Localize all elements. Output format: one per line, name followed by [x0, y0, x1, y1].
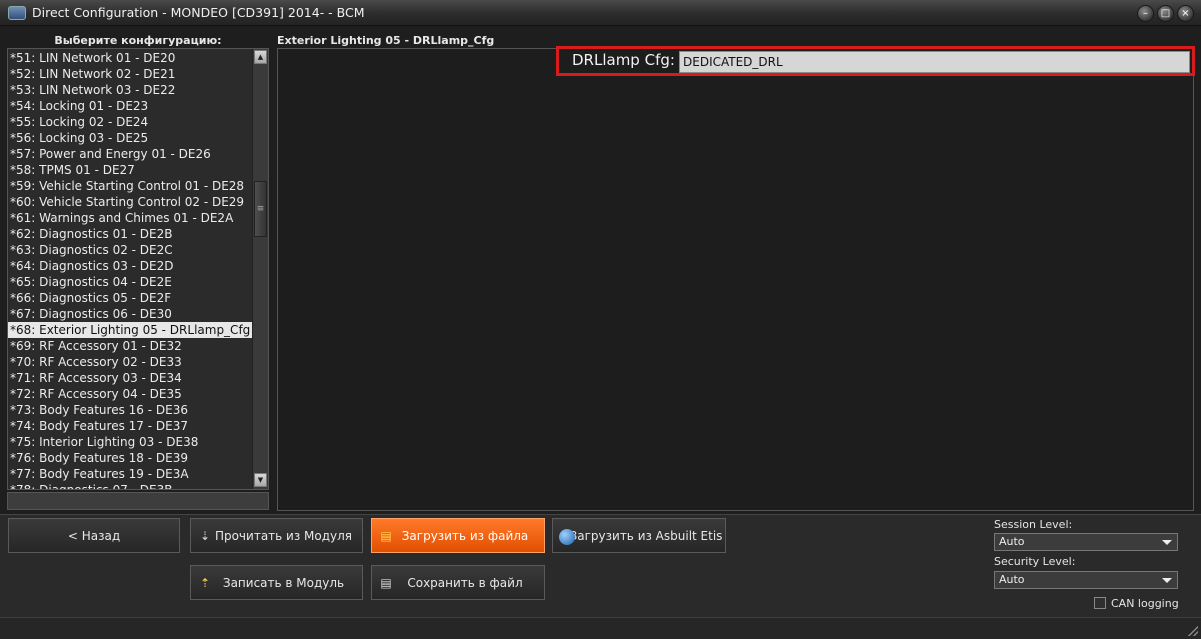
config-list-scrollbar[interactable]: ▲ ≡ ▼	[252, 49, 268, 489]
window-title: Direct Configuration - MONDEO [CD391] 20…	[32, 5, 365, 20]
scroll-down-icon[interactable]: ▼	[254, 473, 267, 487]
security-level-value: Auto	[999, 573, 1025, 586]
app-icon	[8, 6, 26, 20]
load-file-label: Загрузить из файла	[401, 528, 529, 543]
highlight-frame	[556, 46, 1195, 76]
config-list-item[interactable]: *76: Body Features 18 - DE39	[8, 450, 252, 466]
load-asbuilt-label: Загрузить из Asbuilt Etis	[569, 528, 723, 543]
chevron-down-icon	[1162, 540, 1172, 545]
save-file-icon: ▤	[380, 576, 392, 590]
config-list-item[interactable]: *65: Diagnostics 04 - DE2E	[8, 274, 252, 290]
read-module-label: Прочитать из Модуля	[214, 528, 353, 543]
maximize-icon[interactable]: □	[1157, 5, 1174, 22]
config-list-item[interactable]: *68: Exterior Lighting 05 - DRLlamp_Cfg …	[8, 322, 252, 338]
config-list-item[interactable]: *75: Interior Lighting 03 - DE38	[8, 434, 252, 450]
config-list-item[interactable]: *58: TPMS 01 - DE27	[8, 162, 252, 178]
write-module-icon: ⇡	[199, 576, 211, 590]
config-list-item[interactable]: *77: Body Features 19 - DE3A	[8, 466, 252, 482]
config-list-item[interactable]: *61: Warnings and Chimes 01 - DE2A	[8, 210, 252, 226]
security-level-select[interactable]: Auto	[994, 571, 1178, 589]
resize-grip-icon[interactable]	[1188, 626, 1198, 636]
back-button-label: < Назад	[67, 528, 121, 543]
list-footer-field	[7, 492, 269, 510]
config-list-item[interactable]: *60: Vehicle Starting Control 02 - DE29	[8, 194, 252, 210]
close-icon[interactable]: ×	[1177, 5, 1194, 22]
scroll-thumb[interactable]: ≡	[254, 181, 267, 237]
config-list-item[interactable]: *56: Locking 03 - DE25	[8, 130, 252, 146]
config-list-items: *51: LIN Network 01 - DE20 *52: LIN Netwo…	[8, 50, 252, 489]
globe-icon	[559, 529, 575, 545]
config-list-item[interactable]: *73: Body Features 16 - DE36	[8, 402, 252, 418]
can-logging-label: CAN logging	[1111, 597, 1179, 610]
config-list-item[interactable]: *52: LIN Network 02 - DE21	[8, 66, 252, 82]
config-list-item[interactable]: *71: RF Accessory 03 - DE34	[8, 370, 252, 386]
read-from-module-button[interactable]: ⇣ Прочитать из Модуля	[190, 518, 363, 553]
config-list-item[interactable]: *63: Diagnostics 02 - DE2C	[8, 242, 252, 258]
back-button[interactable]: < Назад	[8, 518, 180, 553]
save-file-label: Сохранить в файл	[407, 575, 523, 590]
chevron-down-icon	[1162, 578, 1172, 583]
session-level-select[interactable]: Auto	[994, 533, 1178, 551]
config-list-item[interactable]: *55: Locking 02 - DE24	[8, 114, 252, 130]
config-list-item[interactable]: *67: Diagnostics 06 - DE30	[8, 306, 252, 322]
load-from-file-button[interactable]: ▤ Загрузить из файла	[371, 518, 545, 553]
can-logging-checkbox[interactable]	[1094, 597, 1106, 609]
config-list-item[interactable]: *69: RF Accessory 01 - DE32	[8, 338, 252, 354]
write-to-module-button[interactable]: ⇡ Записать в Модуль	[190, 565, 363, 600]
scroll-up-icon[interactable]: ▲	[254, 50, 267, 64]
config-list-header: Выберите конфигурацию:	[54, 34, 222, 47]
config-list-item[interactable]: *54: Locking 01 - DE23	[8, 98, 252, 114]
config-list-item[interactable]: *66: Diagnostics 05 - DE2F	[8, 290, 252, 306]
load-file-icon: ▤	[380, 529, 392, 543]
config-list-item[interactable]: *53: LIN Network 03 - DE22	[8, 82, 252, 98]
parameter-panel-header: Exterior Lighting 05 - DRLlamp_Cfg	[277, 34, 495, 47]
title-bar: Direct Configuration - MONDEO [CD391] 20…	[0, 0, 1201, 26]
security-level-label: Security Level:	[994, 555, 1076, 568]
config-list-item[interactable]: *78: Diagnostics 07 - DE3B	[8, 482, 252, 489]
minimize-icon[interactable]: –	[1137, 5, 1154, 22]
session-level-label: Session Level:	[994, 518, 1073, 531]
load-asbuilt-button[interactable]: Загрузить из Asbuilt Etis	[552, 518, 726, 553]
session-level-value: Auto	[999, 535, 1025, 548]
config-list-item[interactable]: *74: Body Features 17 - DE37	[8, 418, 252, 434]
config-list-item[interactable]: *57: Power and Energy 01 - DE26	[8, 146, 252, 162]
config-list-item[interactable]: *59: Vehicle Starting Control 01 - DE28	[8, 178, 252, 194]
read-module-icon: ⇣	[199, 529, 211, 543]
parameter-panel	[277, 48, 1194, 511]
write-module-label: Записать в Модуль	[222, 575, 345, 590]
config-list-item[interactable]: *51: LIN Network 01 - DE20	[8, 50, 252, 66]
config-list-item[interactable]: *70: RF Accessory 02 - DE33	[8, 354, 252, 370]
config-list-item[interactable]: *64: Diagnostics 03 - DE2D	[8, 258, 252, 274]
config-list-item[interactable]: *72: RF Accessory 04 - DE35	[8, 386, 252, 402]
status-bar	[0, 617, 1201, 639]
save-to-file-button[interactable]: ▤ Сохранить в файл	[371, 565, 545, 600]
config-list[interactable]: *51: LIN Network 01 - DE20 *52: LIN Netwo…	[7, 48, 269, 490]
config-list-item[interactable]: *62: Diagnostics 01 - DE2B	[8, 226, 252, 242]
